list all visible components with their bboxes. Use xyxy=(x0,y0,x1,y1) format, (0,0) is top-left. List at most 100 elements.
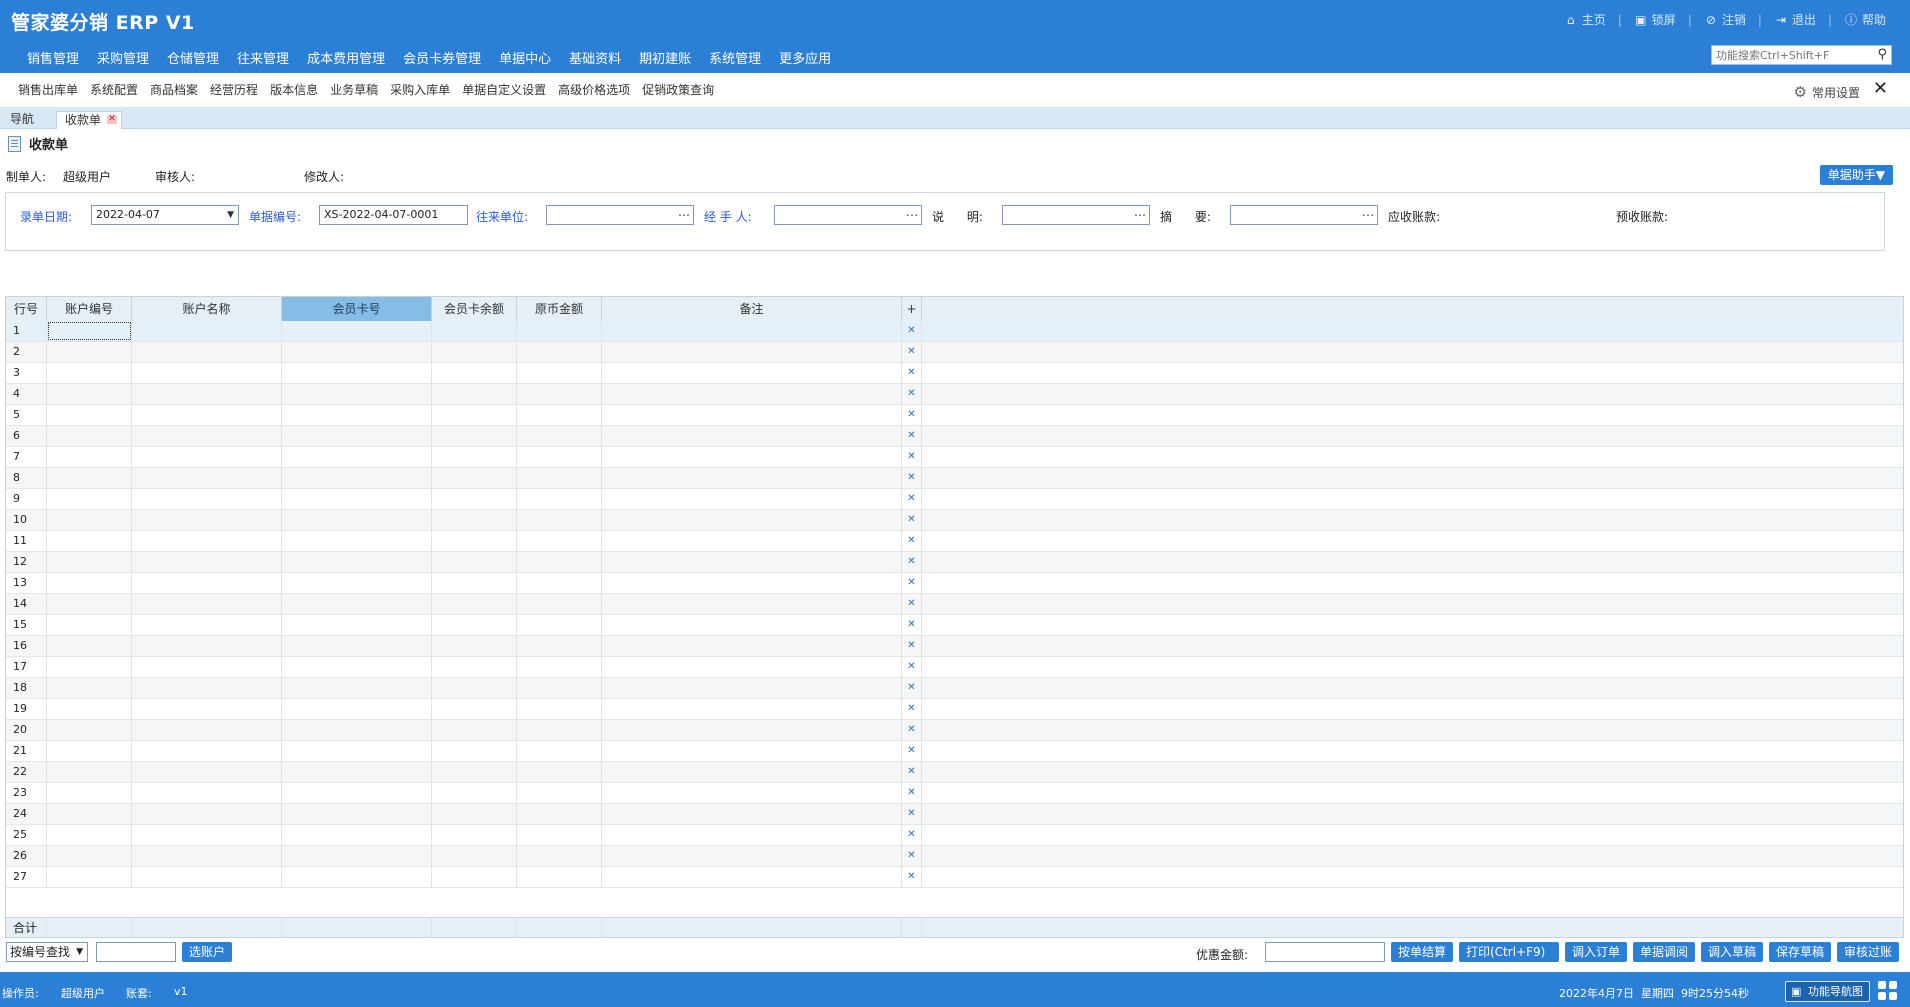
ellipsis-icon[interactable]: ⋯ xyxy=(1134,206,1146,224)
grid-cell[interactable] xyxy=(47,867,132,887)
print-button[interactable]: 打印(Ctrl+F9) xyxy=(1459,942,1559,962)
grid-cell[interactable] xyxy=(132,573,282,593)
menu-basic-data[interactable]: 基础资料 xyxy=(560,48,630,67)
grid-cell[interactable] xyxy=(132,636,282,656)
menu-sales[interactable]: 销售管理 xyxy=(18,48,88,67)
import-order-button[interactable]: 调入订单 xyxy=(1565,942,1627,962)
grid-cell[interactable] xyxy=(47,762,132,782)
grid-cell[interactable] xyxy=(517,678,602,698)
grid-cell[interactable] xyxy=(47,426,132,446)
grid-cell[interactable] xyxy=(47,678,132,698)
grid-cell[interactable] xyxy=(282,552,432,572)
import-draft-button[interactable]: 调入草稿 xyxy=(1701,942,1763,962)
grid-cell[interactable] xyxy=(282,741,432,761)
grid-cell[interactable] xyxy=(602,447,902,467)
grid-cell[interactable] xyxy=(282,468,432,488)
grid-cell[interactable] xyxy=(47,342,132,362)
grid-cell[interactable] xyxy=(47,636,132,656)
grid-cell[interactable] xyxy=(132,615,282,635)
delete-row-icon[interactable]: ✕ xyxy=(902,426,922,446)
grid-cell[interactable] xyxy=(517,615,602,635)
tab-nav[interactable]: 导航 xyxy=(2,111,58,128)
grid-cell[interactable] xyxy=(517,342,602,362)
grid-cell[interactable] xyxy=(132,594,282,614)
grid-cell[interactable] xyxy=(517,405,602,425)
col-member-card[interactable]: 会员卡号 xyxy=(282,297,432,321)
grid-cell[interactable] xyxy=(132,720,282,740)
grid-cell[interactable] xyxy=(47,615,132,635)
menu-member-card[interactable]: 会员卡券管理 xyxy=(394,48,490,67)
grid-cell[interactable] xyxy=(47,846,132,866)
grid-cell[interactable] xyxy=(132,741,282,761)
tab-close-icon[interactable]: ✕ xyxy=(107,115,118,124)
grid-cell[interactable] xyxy=(602,783,902,803)
grid-cell[interactable] xyxy=(47,573,132,593)
number-field[interactable]: XS-2022-04-07-0001 xyxy=(319,205,468,225)
grid-cell[interactable] xyxy=(47,594,132,614)
grid-cell[interactable] xyxy=(132,825,282,845)
delete-row-icon[interactable]: ✕ xyxy=(902,846,922,866)
grid-cell[interactable] xyxy=(517,783,602,803)
grid-cell[interactable] xyxy=(602,384,902,404)
menu-more-apps[interactable]: 更多应用 xyxy=(770,48,840,67)
grid-cell[interactable] xyxy=(517,867,602,887)
unit-field[interactable]: ⋯ xyxy=(546,205,694,225)
grid-cell[interactable] xyxy=(432,741,517,761)
grid-cell[interactable] xyxy=(282,867,432,887)
grid-cell[interactable] xyxy=(282,762,432,782)
grid-cell[interactable] xyxy=(47,321,132,341)
delete-row-icon[interactable]: ✕ xyxy=(902,573,922,593)
doc-lookup-button[interactable]: 单据调阅 xyxy=(1633,942,1695,962)
delete-row-icon[interactable]: ✕ xyxy=(902,615,922,635)
grid-cell[interactable] xyxy=(602,825,902,845)
grid-cell[interactable] xyxy=(132,384,282,404)
grid-cell[interactable] xyxy=(282,615,432,635)
grid-cell[interactable] xyxy=(47,657,132,677)
grid-cell[interactable] xyxy=(47,552,132,572)
grid-cell[interactable] xyxy=(432,447,517,467)
select-account-button[interactable]: 选账户 xyxy=(182,942,233,962)
grid-cell[interactable] xyxy=(517,804,602,824)
grid-cell[interactable] xyxy=(47,720,132,740)
grid-cell[interactable] xyxy=(517,720,602,740)
grid-cell[interactable] xyxy=(132,783,282,803)
quick-business-history[interactable]: 经营历程 xyxy=(204,81,264,98)
grid-cell[interactable] xyxy=(47,447,132,467)
delete-row-icon[interactable]: ✕ xyxy=(902,468,922,488)
grid-cell[interactable] xyxy=(47,783,132,803)
lock-link[interactable]: ▣ 锁屏 xyxy=(1634,11,1676,28)
grid-cell[interactable] xyxy=(432,552,517,572)
grid-cell[interactable] xyxy=(517,741,602,761)
grid-cell[interactable] xyxy=(47,489,132,509)
grid-cell[interactable] xyxy=(602,342,902,362)
grid-cell[interactable] xyxy=(432,426,517,446)
col-card-balance[interactable]: 会员卡余额 xyxy=(432,297,517,321)
ellipsis-icon[interactable]: ⋯ xyxy=(678,206,690,224)
grid-cell[interactable] xyxy=(47,804,132,824)
grid-cell[interactable] xyxy=(602,699,902,719)
logout-link[interactable]: ⊘ 注销 xyxy=(1704,11,1746,28)
grid-cell[interactable] xyxy=(602,510,902,530)
grid-cell[interactable] xyxy=(282,846,432,866)
handler-field[interactable]: ⋯ xyxy=(774,205,922,225)
grid-cell[interactable] xyxy=(517,447,602,467)
grid-cell[interactable] xyxy=(602,636,902,656)
delete-row-icon[interactable]: ✕ xyxy=(902,636,922,656)
date-field[interactable]: 2022-04-07 ▼ xyxy=(91,205,239,225)
grid-cell[interactable] xyxy=(517,657,602,677)
function-search-input[interactable] xyxy=(1712,46,1870,64)
grid-cell[interactable] xyxy=(602,762,902,782)
grid-cell[interactable] xyxy=(602,573,902,593)
grid-cell[interactable] xyxy=(517,552,602,572)
grid-cell[interactable] xyxy=(517,363,602,383)
menu-system[interactable]: 系统管理 xyxy=(700,48,770,67)
grid-cell[interactable] xyxy=(602,720,902,740)
menu-accounts[interactable]: 往来管理 xyxy=(228,48,298,67)
menu-warehouse[interactable]: 仓储管理 xyxy=(158,48,228,67)
grid-cell[interactable] xyxy=(132,342,282,362)
grid-cell[interactable] xyxy=(602,321,902,341)
grid-cell[interactable] xyxy=(602,846,902,866)
tab-receipt[interactable]: 收款单 ✕ xyxy=(56,111,123,129)
grid-cell[interactable] xyxy=(132,804,282,824)
lookup-input[interactable] xyxy=(96,942,176,962)
